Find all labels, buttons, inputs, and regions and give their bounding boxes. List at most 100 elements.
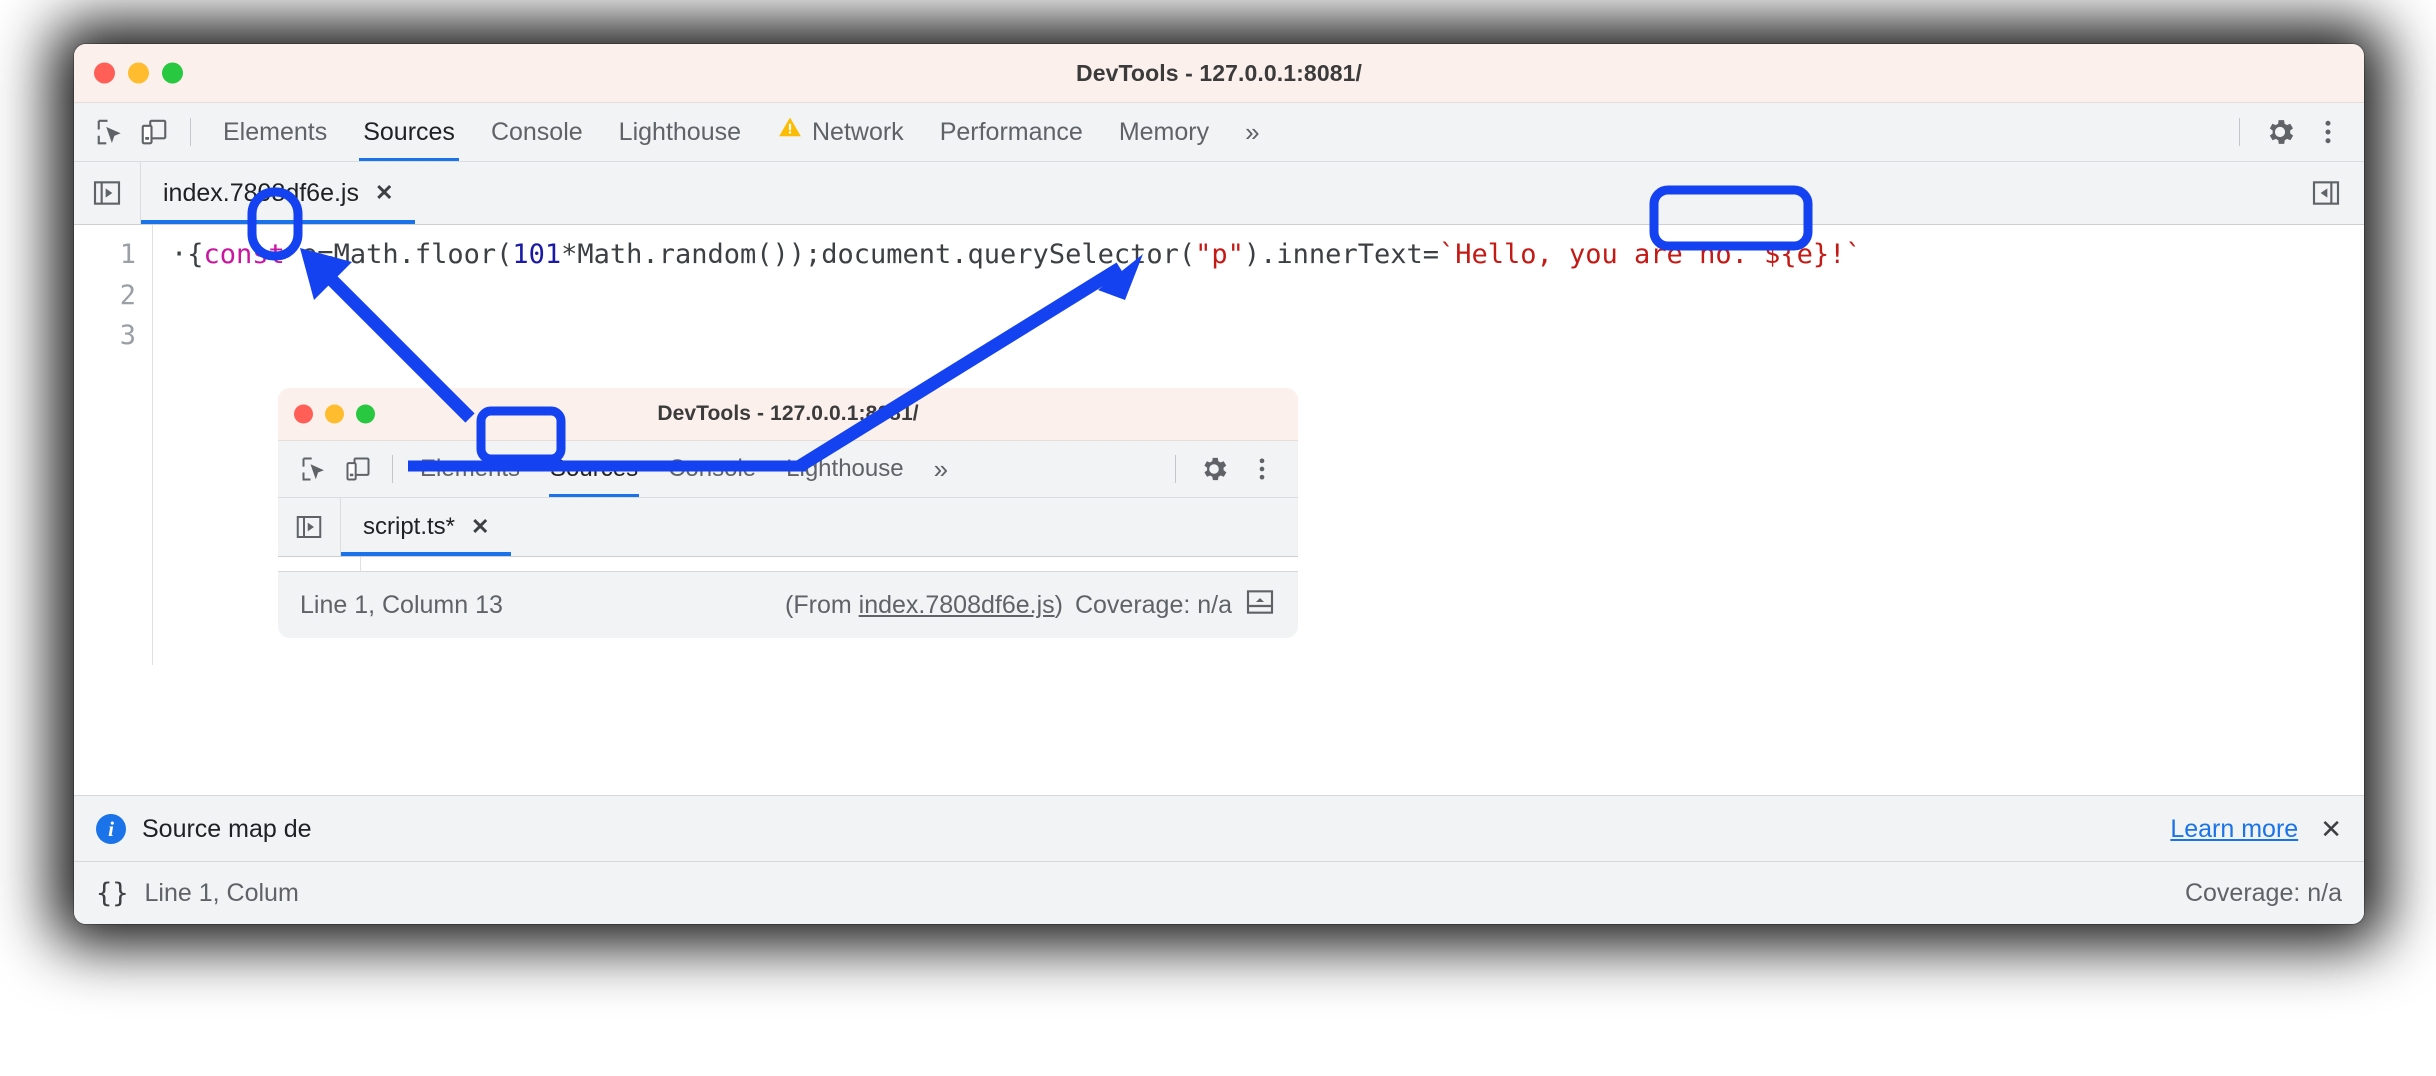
warning-triangle-icon (777, 103, 803, 161)
tab-performance[interactable]: Performance (922, 103, 1101, 161)
more-vertical-icon[interactable] (2306, 110, 2350, 154)
code-line[interactable] (171, 276, 2364, 317)
back-window-titlebar[interactable]: DevTools - 127.0.0.1:8081/ (74, 44, 2364, 103)
front-tab-console[interactable]: Console (653, 441, 771, 497)
front-tabstrip-actions[interactable] (1163, 447, 1284, 491)
front-more-vertical-icon[interactable] (1240, 447, 1284, 491)
front-source-origin: (From index.7808df6e.js) (785, 591, 1063, 620)
front-actions-divider (1175, 455, 1176, 483)
front-show-navigator-icon[interactable] (278, 498, 341, 556)
front-minimize-window-button[interactable] (325, 405, 344, 424)
front-maximize-window-button[interactable] (356, 405, 375, 424)
front-close-window-button[interactable] (294, 405, 313, 424)
tab-memory-label: Memory (1119, 103, 1209, 161)
from-prefix: (From (785, 591, 859, 619)
origin-file-link[interactable]: index.7808df6e.js (859, 591, 1055, 619)
front-tab-lighthouse[interactable]: Lighthouse (771, 441, 918, 497)
more-tabs-button[interactable]: » (1227, 103, 1277, 161)
front-more-tabs-button[interactable]: » (919, 441, 963, 497)
line-number: 2 (74, 276, 136, 317)
front-toolbar-divider (392, 455, 393, 483)
front-devtools-window[interactable]: DevTools - 127.0.0.1:8081/ Elements Sour… (278, 388, 1298, 638)
code-token: e=Math.floor( (285, 239, 513, 270)
inspect-element-icon[interactable] (88, 110, 132, 154)
code-token: ).innerText= (1244, 239, 1439, 270)
code-line[interactable]: ·{const e=Math.floor(101*Math.random());… (171, 235, 2364, 276)
tab-memory[interactable]: Memory (1101, 103, 1227, 161)
front-tab-elements[interactable]: Elements (405, 441, 535, 497)
front-device-toolbar-icon[interactable] (336, 447, 380, 491)
from-suffix: ) (1055, 591, 1063, 619)
tab-elements[interactable]: Elements (205, 103, 345, 161)
back-cursor-position: Line 1, Colum (145, 879, 299, 908)
chevron-double-right-icon: » (1245, 103, 1259, 161)
tab-sources[interactable]: Sources (345, 103, 473, 161)
actions-divider (2239, 118, 2240, 146)
code-token: 101 (512, 239, 561, 270)
code-token: const (204, 239, 285, 270)
front-status-bar[interactable]: Line 1, Column 13 (From index.7808df6e.j… (278, 571, 1298, 638)
learn-more-link[interactable]: Learn more (2170, 815, 2298, 844)
show-drawer-icon[interactable] (1244, 586, 1276, 625)
back-tabstrip-actions[interactable] (2225, 110, 2350, 154)
minimize-window-button[interactable] (128, 63, 149, 84)
front-coverage-label: Coverage: n/a (1075, 591, 1232, 620)
code-token (171, 320, 187, 351)
file-tab-script-ts[interactable]: script.ts* ✕ (341, 498, 511, 556)
close-icon[interactable]: ✕ (375, 182, 393, 204)
file-tab-label: index.7808df6e.js (163, 179, 359, 208)
format-code-icon[interactable]: {} (96, 878, 129, 909)
close-window-button[interactable] (94, 63, 115, 84)
front-status-right[interactable]: (From index.7808df6e.js) Coverage: n/a (785, 586, 1276, 625)
front-tab-sources-label: Sources (550, 441, 638, 497)
front-tab-lighthouse-label: Lighthouse (786, 441, 903, 497)
tab-console[interactable]: Console (473, 103, 601, 161)
line-number: 1 (74, 235, 136, 276)
maximize-window-button[interactable] (162, 63, 183, 84)
front-tab-elements-label: Elements (420, 441, 520, 497)
tab-elements-label: Elements (223, 103, 327, 161)
tab-performance-label: Performance (940, 103, 1083, 161)
back-coverage-status: Coverage: n/a (2185, 879, 2342, 908)
front-file-tabs[interactable]: script.ts* ✕ (278, 498, 1298, 557)
back-line-number-gutter: 123 (74, 225, 153, 665)
tab-network[interactable]: Network (759, 103, 922, 161)
front-chevron-double-right-icon: » (934, 441, 948, 497)
back-window-traffic-lights[interactable] (94, 63, 183, 84)
code-token: ·{ (171, 239, 204, 270)
front-window-traffic-lights[interactable] (294, 405, 375, 424)
tab-network-label: Network (812, 103, 904, 161)
collapse-sidebar-icon[interactable] (2304, 171, 2348, 215)
back-status-bar[interactable]: {} Line 1, Colum Coverage: n/a (74, 861, 2364, 924)
tab-console-label: Console (491, 103, 583, 161)
front-gear-icon[interactable] (1192, 447, 1236, 491)
front-cursor-position: Line 1, Column 13 (300, 591, 503, 620)
code-token: `Hello, you are no. ${e}!` (1439, 239, 1862, 270)
tab-sources-label: Sources (363, 103, 455, 161)
dismiss-info-icon[interactable]: ✕ (2320, 814, 2342, 845)
code-token: *Math.random());document.querySelector( (561, 239, 1195, 270)
back-coverage-label: Coverage: n/a (2185, 879, 2342, 908)
show-navigator-icon[interactable] (74, 162, 141, 224)
code-token: "p" (1195, 239, 1244, 270)
back-devtools-tabstrip[interactable]: Elements Sources Console Lighthouse Netw… (74, 103, 2364, 162)
toolbar-divider (190, 118, 191, 146)
code-token (171, 280, 187, 311)
source-map-info-bar[interactable]: i Source map de Learn more ✕ (74, 795, 2364, 862)
front-close-icon[interactable]: ✕ (471, 516, 489, 538)
tab-lighthouse[interactable]: Lighthouse (601, 103, 759, 161)
front-window-titlebar[interactable]: DevTools - 127.0.0.1:8081/ (278, 388, 1298, 441)
back-file-tabs-actions[interactable] (2304, 162, 2364, 224)
back-file-tabs[interactable]: index.7808df6e.js ✕ (74, 162, 2364, 225)
code-line[interactable] (171, 316, 2364, 357)
source-map-message: Source map de (142, 815, 312, 844)
front-devtools-tabstrip[interactable]: Elements Sources Console Lighthouse » (278, 441, 1298, 498)
file-tab-index-js[interactable]: index.7808df6e.js ✕ (141, 162, 415, 224)
line-number: 3 (74, 316, 136, 357)
tab-lighthouse-label: Lighthouse (619, 103, 741, 161)
gear-icon[interactable] (2258, 110, 2302, 154)
source-map-actions[interactable]: Learn more ✕ (2170, 814, 2342, 845)
front-inspect-element-icon[interactable] (292, 447, 336, 491)
front-tab-sources[interactable]: Sources (535, 441, 653, 497)
device-toolbar-icon[interactable] (132, 110, 176, 154)
